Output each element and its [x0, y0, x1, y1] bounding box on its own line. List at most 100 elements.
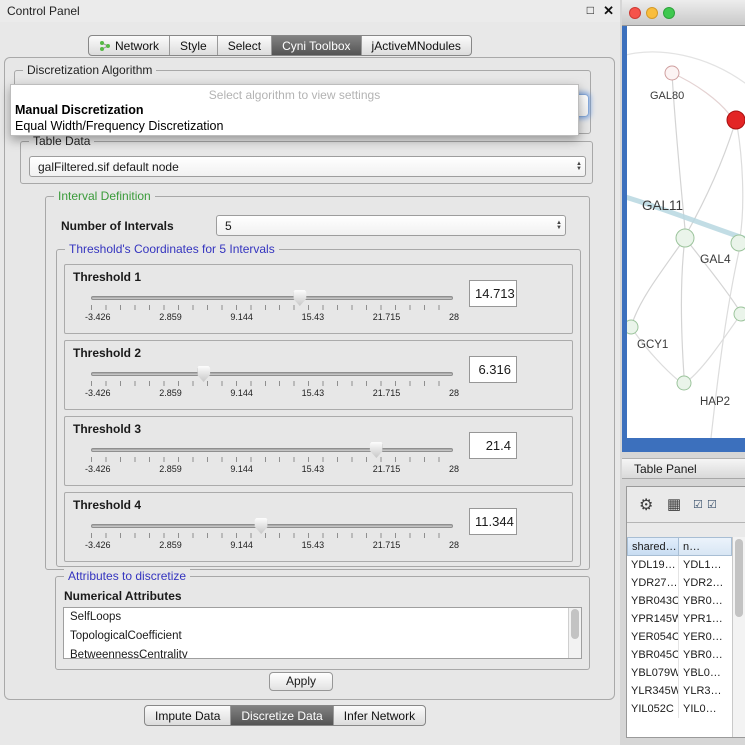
interval-definition-group: Interval Definition Number of Intervals …	[45, 196, 590, 570]
threshold-2-panel: Threshold 2 -3.426 2.859 9.144 15.43 21.…	[64, 340, 573, 410]
scrollbar-thumb[interactable]	[571, 609, 579, 639]
network-node[interactable]	[731, 235, 745, 251]
table-row[interactable]: YDL19… YDL1…	[627, 556, 732, 574]
minimize-window-button[interactable]	[646, 7, 658, 19]
column-header-name[interactable]: n…	[679, 537, 732, 556]
gear-icon[interactable]: ⚙	[639, 495, 653, 515]
cell-name: YBL0…	[679, 664, 732, 682]
slider-ticks	[91, 457, 453, 462]
threshold-3-slider[interactable]	[91, 448, 453, 452]
cell-name: YLR3…	[679, 682, 732, 700]
network-canvas[interactable]: GAL80 GAL11 GAL4 GCY1 HAP2	[627, 26, 745, 438]
scrollbar-thumb[interactable]	[735, 539, 743, 617]
scale-label: 15.43	[302, 464, 325, 474]
tab-network[interactable]: Network	[89, 36, 169, 55]
number-of-intervals-combobox[interactable]: 5 ▲▼	[216, 215, 566, 236]
table-row[interactable]: YER054C YER0…	[627, 628, 732, 646]
table-panel: ⚙ ▦ ☑ ☑ shared… n… YDL19… YDL1… YDR27… Y…	[626, 486, 745, 738]
threshold-3-value-field[interactable]: 21.4	[469, 432, 517, 459]
table-row[interactable]: YBR043C YBR0…	[627, 592, 732, 610]
tab-label: Infer Network	[344, 709, 415, 723]
table-data-combobox[interactable]: galFiltered.sif default node ▲▼	[29, 156, 586, 177]
node-label-hap2: HAP2	[700, 396, 730, 408]
columns-icon[interactable]: ▦	[667, 495, 681, 513]
close-window-button[interactable]	[629, 7, 641, 19]
tab-impute-data[interactable]: Impute Data	[145, 706, 230, 725]
cell-shared-name: YPR145W	[627, 610, 679, 628]
scale-label: -3.426	[85, 388, 111, 398]
column-header-shared-name[interactable]: shared…	[627, 537, 679, 556]
numerical-attributes-label: Numerical Attributes	[64, 589, 182, 603]
slider-scale: -3.426 2.859 9.144 15.43 21.715 28	[85, 540, 459, 550]
slider-thumb[interactable]	[255, 518, 268, 534]
network-node[interactable]	[677, 376, 691, 390]
threshold-4-slider[interactable]	[91, 524, 453, 528]
network-node-selected[interactable]	[727, 111, 745, 129]
scale-label: -3.426	[85, 540, 111, 550]
tab-label: Style	[180, 39, 207, 53]
scale-label: 9.144	[230, 388, 253, 398]
tab-cyni-toolbox[interactable]: Cyni Toolbox	[271, 36, 360, 55]
list-item-betweennesscentrality[interactable]: BetweennessCentrality	[64, 646, 581, 659]
scale-label: 15.43	[302, 312, 325, 322]
network-edge	[627, 52, 745, 86]
node-table: shared… n… YDL19… YDL1… YDR27… YDR2… YBR…	[627, 537, 732, 737]
table-row[interactable]: YIL052C YIL0…	[627, 700, 732, 718]
table-toolbar: ⚙ ▦ ☑ ☑	[627, 487, 745, 523]
apply-button[interactable]: Apply	[269, 672, 333, 691]
scale-label: 9.144	[230, 464, 253, 474]
tab-jactivemnodules[interactable]: jActiveMNodules	[361, 36, 471, 55]
attributes-scrollbar[interactable]	[568, 608, 581, 658]
dropdown-option-equal-width[interactable]: Equal Width/Frequency Discretization	[11, 118, 578, 134]
cell-shared-name: YBR045C	[627, 646, 679, 664]
threshold-2-value-field[interactable]: 6.316	[469, 356, 517, 383]
scale-label: 15.43	[302, 540, 325, 550]
table-row[interactable]: YLR345W YLR3…	[627, 682, 732, 700]
scale-label: 15.43	[302, 388, 325, 398]
stepper-icon: ▲▼	[572, 162, 582, 172]
control-panel: Control Panel □ ✕ Network Style Se	[0, 0, 620, 745]
table-scrollbar[interactable]	[732, 537, 745, 737]
scale-label: 2.859	[159, 540, 182, 550]
checkbox-icon[interactable]: ☑	[707, 498, 717, 511]
thresholds-group: Threshold's Coordinates for 5 Intervals …	[56, 249, 581, 567]
network-node[interactable]	[734, 307, 745, 321]
network-node[interactable]	[676, 229, 694, 247]
node-label-gal11: GAL11	[642, 198, 683, 213]
control-panel-titlebar: Control Panel □ ✕	[0, 0, 620, 22]
table-data-group: Table Data galFiltered.sif default node …	[20, 141, 593, 184]
network-icon	[99, 40, 111, 52]
table-row[interactable]: YDR27… YDR2…	[627, 574, 732, 592]
network-edge	[711, 251, 739, 438]
threshold-2-slider[interactable]	[91, 372, 453, 376]
checkbox-icon[interactable]: ☑	[693, 498, 703, 511]
network-edge	[690, 314, 741, 379]
table-row[interactable]: YPR145W YPR1…	[627, 610, 732, 628]
threshold-4-value-field[interactable]: 11.344	[469, 508, 517, 535]
list-item-topologicalcoefficient[interactable]: TopologicalCoefficient	[64, 627, 581, 646]
float-window-icon[interactable]: □	[587, 3, 594, 17]
network-node[interactable]	[665, 66, 679, 80]
threshold-1-slider[interactable]	[91, 296, 453, 300]
network-edge	[633, 238, 685, 321]
dropdown-option-manual-discretization[interactable]: Manual Discretization	[11, 102, 578, 118]
network-node[interactable]	[627, 320, 638, 334]
slider-ticks	[91, 381, 453, 386]
threshold-label: Threshold 4	[73, 498, 141, 512]
slider-thumb[interactable]	[197, 366, 210, 382]
tab-style[interactable]: Style	[169, 36, 217, 55]
zoom-window-button[interactable]	[663, 7, 675, 19]
tab-discretize-data[interactable]: Discretize Data	[230, 706, 332, 725]
tab-infer-network[interactable]: Infer Network	[333, 706, 425, 725]
combobox-value: 5	[225, 219, 552, 233]
table-row[interactable]: YBL079W YBL0…	[627, 664, 732, 682]
slider-thumb[interactable]	[370, 442, 383, 458]
table-row[interactable]: YBR045C YBR0…	[627, 646, 732, 664]
threshold-1-value-field[interactable]: 14.713	[469, 280, 517, 307]
scale-label: 9.144	[230, 540, 253, 550]
close-icon[interactable]: ✕	[603, 3, 614, 19]
list-item-selfloops[interactable]: SelfLoops	[64, 608, 581, 627]
tab-select[interactable]: Select	[217, 36, 271, 55]
network-edge	[631, 327, 679, 381]
slider-thumb[interactable]	[293, 290, 306, 306]
